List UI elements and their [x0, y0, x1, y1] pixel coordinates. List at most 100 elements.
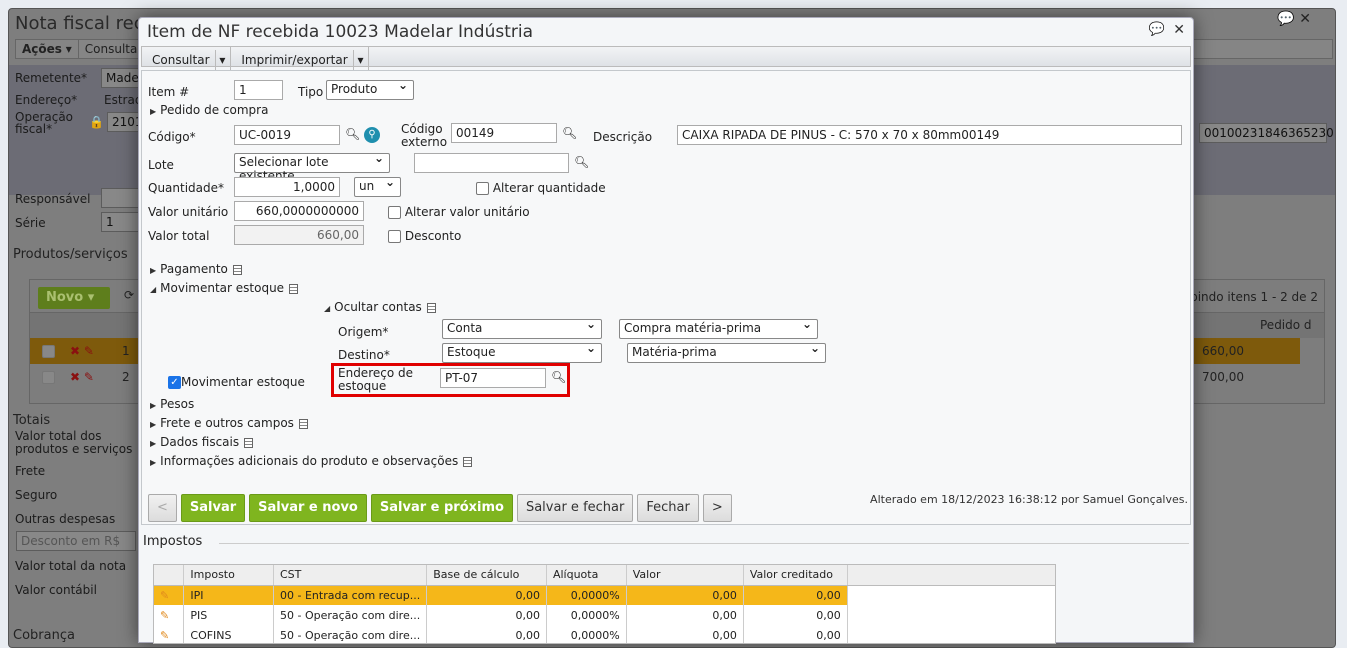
- item-dialog: Item de NF recebida 10023 Madelar Indúst…: [138, 17, 1194, 644]
- desconto-checkbox[interactable]: Desconto: [388, 229, 461, 243]
- descricao-field[interactable]: CAIXA RIPADA DE PINUS - C: 570 x 70 x 80…: [677, 125, 1182, 145]
- responsavel-field[interactable]: [101, 188, 141, 208]
- search-icon[interactable]: 🔍︎: [551, 370, 566, 384]
- dialog-toolbar: Consultar ▾ Imprimir/exportar ▾: [141, 46, 1191, 73]
- col-pedido: Pedido d: [1260, 318, 1312, 332]
- imposto-cell: 0,0000%: [546, 605, 627, 625]
- destino-conta-select[interactable]: Matéria-prima: [627, 341, 826, 363]
- info-adicionais-toggle[interactable]: ▶ Informações adicionais do produto e obs…: [150, 454, 473, 468]
- frete-label: Frete: [15, 464, 46, 478]
- unidade-select[interactable]: un: [354, 175, 401, 197]
- row-checkbox[interactable]: [42, 371, 55, 384]
- close-icon[interactable]: ✕: [1173, 22, 1185, 38]
- frete-toggle[interactable]: ▶ Frete e outros campos: [150, 416, 308, 430]
- search-icon[interactable]: 🔍︎: [345, 127, 360, 141]
- dados-fiscais-toggle[interactable]: ▶ Dados fiscais: [150, 435, 254, 449]
- salvar-proximo-button[interactable]: Salvar e próximo: [370, 494, 513, 522]
- notes-icon: [232, 264, 242, 275]
- salvar-button[interactable]: Salvar: [180, 494, 246, 522]
- novo-button[interactable]: Novo ▾: [38, 287, 110, 309]
- serie-field[interactable]: 1: [101, 212, 141, 232]
- lote-select[interactable]: Selecionar lote existente: [234, 151, 390, 183]
- valor-unitario-field[interactable]: 660,0000000000: [234, 201, 364, 221]
- notes-icon: [289, 283, 299, 294]
- destino-label: Destino*: [338, 348, 390, 362]
- codigo-externo-field[interactable]: 00149: [451, 123, 557, 143]
- endereco-estoque-label: Endereço de estoque: [338, 366, 413, 393]
- imposto-row[interactable]: ✎ PIS 50 - Operação com dire... 0,00 0,0000%…: [154, 605, 1055, 625]
- valor-unitario-label: Valor unitário: [148, 205, 229, 219]
- imposto-cell: COFINS: [183, 625, 274, 643]
- operacao-field[interactable]: 2101: [107, 112, 143, 132]
- lote-label: Lote: [148, 158, 174, 172]
- refresh-icon[interactable]: ⟳: [124, 288, 134, 302]
- search-icon[interactable]: 🔍︎: [574, 155, 589, 169]
- quantidade-label: Quantidade*: [148, 181, 225, 195]
- pedido-toggle[interactable]: ▶ Pedido de compra: [150, 103, 268, 117]
- imposto-cell: 0,00: [743, 625, 848, 643]
- pagamento-toggle[interactable]: ▶ Pagamento: [150, 262, 242, 276]
- delete-icon[interactable]: ✖ ✎: [70, 370, 94, 384]
- edit-icon[interactable]: ✎: [154, 585, 185, 605]
- totais-title: Totais: [13, 413, 51, 428]
- pesos-toggle[interactable]: ▶ Pesos: [150, 397, 194, 411]
- origem-conta-select[interactable]: Compra matéria-prima: [619, 317, 818, 339]
- delete-icon[interactable]: ✖ ✎: [70, 344, 94, 358]
- edit-icon[interactable]: ✎: [154, 605, 185, 625]
- products-title: Produtos/serviços: [13, 247, 128, 262]
- imposto-cell: 0,00: [743, 585, 848, 605]
- imposto-cell: 0,00: [743, 605, 848, 625]
- movimentar-toggle[interactable]: ◢ Movimentar estoque: [150, 281, 299, 295]
- next-button[interactable]: >: [702, 494, 732, 522]
- codigo-field[interactable]: UC-0019: [234, 125, 340, 145]
- serie-label: Série: [15, 216, 46, 230]
- destino-select[interactable]: Estoque: [442, 341, 602, 363]
- impostos-title: Impostos: [143, 534, 203, 549]
- comment-icon[interactable]: 💬: [1149, 22, 1165, 37]
- previous-button[interactable]: <: [148, 494, 177, 522]
- imposto-cell: PIS: [183, 605, 274, 625]
- chave-field[interactable]: 00100231846365230: [1199, 123, 1334, 143]
- desconto-select[interactable]: Desconto em R$: [16, 531, 136, 551]
- fechar-button[interactable]: Fechar: [637, 494, 699, 522]
- acoes-menu[interactable]: Ações ▾: [16, 40, 79, 58]
- ocultar-contas-toggle[interactable]: ◢ Ocultar contas: [324, 300, 436, 314]
- imposto-cell: 0,00: [426, 585, 547, 605]
- edit-icon[interactable]: ✎: [154, 625, 185, 643]
- notes-icon: [244, 437, 254, 448]
- codigo-label: Código*: [148, 130, 196, 144]
- item-field[interactable]: 1: [234, 80, 283, 100]
- imposto-row[interactable]: ✎ COFINS 50 - Operação com dire... 0,00 0,00…: [154, 625, 1055, 643]
- quantidade-field[interactable]: 1,0000: [234, 177, 340, 197]
- lookup-icon[interactable]: ⚲: [364, 127, 380, 143]
- row-valor: 660,00: [1202, 344, 1244, 358]
- impostos-grid: Imposto CST Base de cálculo Alíquota Valor Va…: [153, 564, 1056, 644]
- remetente-field[interactable]: Madela: [101, 68, 149, 88]
- endereco-label: Endereço*: [15, 93, 78, 107]
- search-icon[interactable]: 🔍︎: [562, 126, 577, 140]
- item-label: Item #: [148, 85, 190, 99]
- alterar-quantidade-checkbox[interactable]: Alterar quantidade: [476, 181, 606, 195]
- row-checkbox[interactable]: [42, 345, 55, 358]
- movimentar-estoque-checkbox[interactable]: ✓ Movimentar estoque: [168, 375, 305, 389]
- close-icon[interactable]: 💬 ✕: [1277, 11, 1311, 27]
- imposto-cell: 00 - Entrada com recup...: [273, 585, 428, 605]
- codigo-externo-label: Código externo: [401, 122, 448, 149]
- tipo-select[interactable]: Produto: [326, 78, 414, 100]
- responsavel-label: Responsável: [15, 192, 91, 206]
- lote-field[interactable]: [414, 153, 569, 173]
- origem-select[interactable]: Conta: [442, 317, 602, 339]
- form-panel: Item # 1 Tipo Produto ▶Pedido de compra …: [141, 70, 1191, 525]
- endereco-estoque-field[interactable]: PT-07: [440, 368, 546, 388]
- descricao-label: Descrição: [593, 130, 653, 144]
- imposto-row[interactable]: ✎ IPI 00 - Entrada com recup... 0,00 0,0000%…: [154, 585, 1055, 605]
- seguro-label: Seguro: [15, 488, 58, 502]
- endereco-value: Estrad: [104, 93, 143, 107]
- alterar-valor-checkbox[interactable]: Alterar valor unitário: [388, 205, 530, 219]
- total-produtos-label: Valor total dos produtos e serviços: [15, 429, 133, 456]
- salvar-fechar-button[interactable]: Salvar e fechar: [516, 494, 634, 522]
- salvar-novo-button[interactable]: Salvar e novo: [249, 494, 367, 522]
- cobranca-title: Cobrança: [13, 628, 75, 643]
- row-number: 2: [122, 370, 130, 384]
- imposto-cell: 0,00: [426, 625, 547, 643]
